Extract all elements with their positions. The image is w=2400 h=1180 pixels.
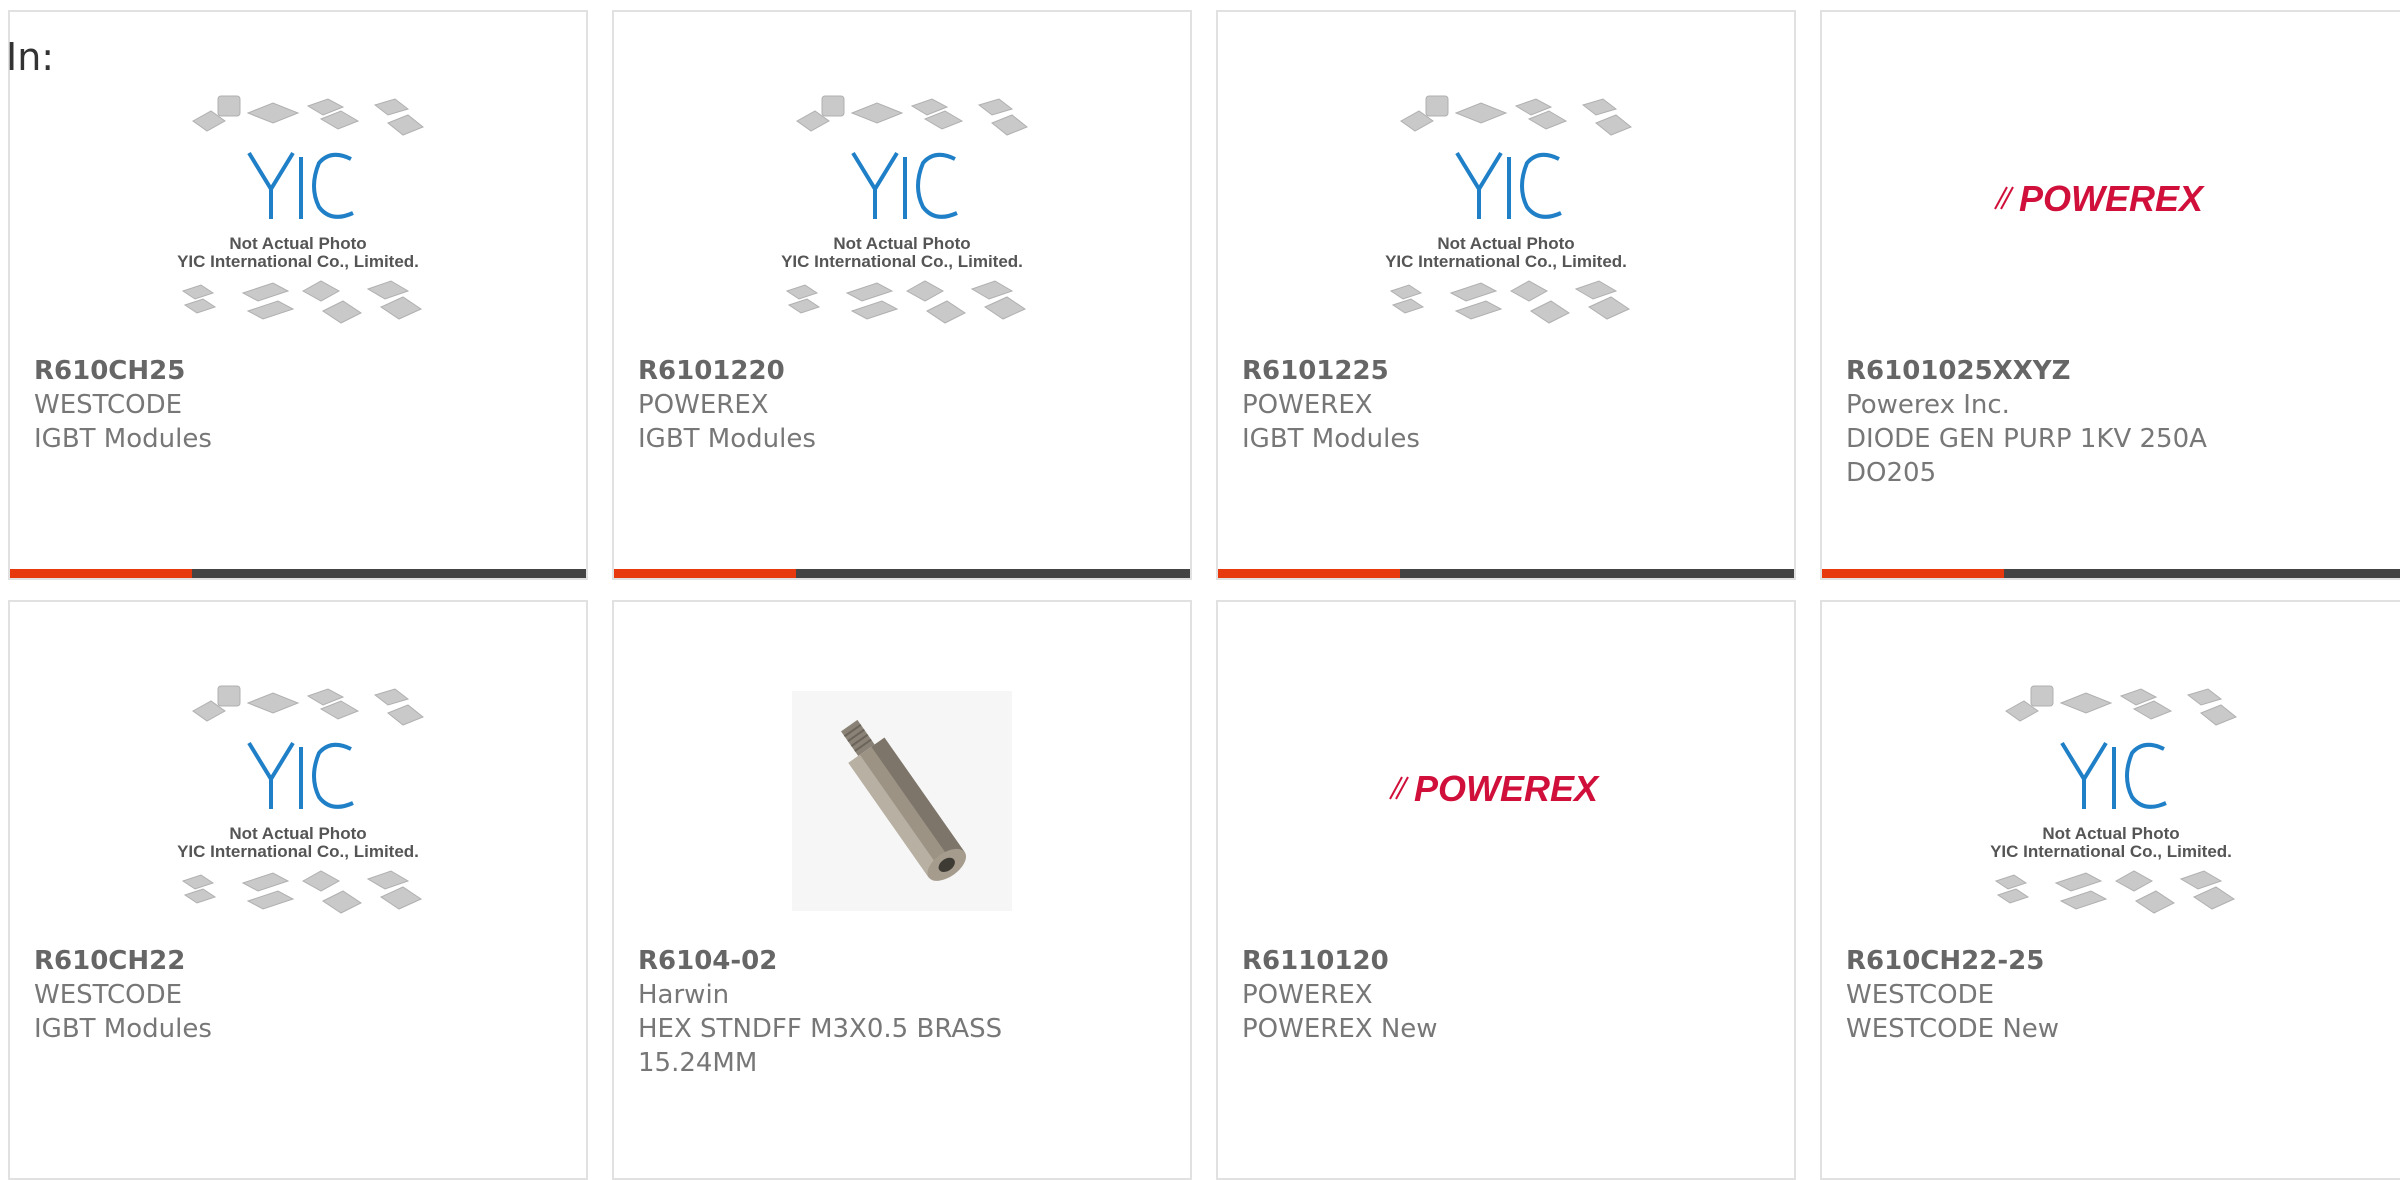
card-accent-bar (614, 569, 796, 578)
product-card-r6110120[interactable]: POWEREX R6110120 POWEREX POWEREX New (1216, 600, 1796, 1180)
powerex-logo: POWEREX (1389, 768, 1600, 809)
part-number[interactable]: R6110120 (1242, 944, 1754, 978)
part-number[interactable]: R6104-02 (638, 944, 1150, 978)
product-image[interactable]: Not Actual Photo YIC International Co., … (10, 70, 586, 352)
yic-placeholder-icon: Not Actual Photo YIC International Co., … (1990, 685, 2237, 914)
powerex-logo: POWEREX (1994, 178, 2205, 219)
svg-text:Not Actual Photo: Not Actual Photo (2042, 824, 2179, 843)
card-bottom-bar (10, 569, 586, 578)
description-line: 15.24MM (638, 1048, 758, 1078)
manufacturer: WESTCODE (1846, 980, 1995, 1010)
product-card-r6104-02[interactable]: R6104-02 Harwin HEX STNDFF M3X0.5 BRASS … (612, 600, 1192, 1180)
description-line: DIODE GEN PURP 1KV 250A (1846, 424, 2207, 454)
product-image[interactable]: POWEREX (1822, 70, 2400, 352)
description: IGBT Modules (638, 424, 816, 454)
svg-text:Not Actual Photo: Not Actual Photo (229, 824, 366, 843)
manufacturer: POWEREX (1242, 390, 1373, 420)
yic-placeholder-icon: Not Actual Photo YIC International Co., … (177, 685, 424, 914)
manufacturer: POWEREX (638, 390, 769, 420)
svg-text:Not Actual Photo: Not Actual Photo (1437, 234, 1574, 253)
manufacturer: Powerex Inc. (1846, 390, 2010, 420)
manufacturer: Harwin (638, 980, 730, 1010)
svg-text:POWEREX: POWEREX (2019, 178, 2205, 219)
part-number[interactable]: R610CH25 (34, 354, 546, 388)
yic-placeholder-icon: Not Actual Photo YIC International Co., … (1385, 95, 1632, 324)
card-accent-bar (10, 569, 192, 578)
svg-text:POWEREX: POWEREX (1414, 768, 1600, 809)
card-accent-bar (1822, 569, 2004, 578)
card-bottom-bar (1218, 569, 1794, 578)
product-card-r6101025xxyz[interactable]: POWEREX R6101025XXYZ Powerex Inc. DIODE … (1820, 10, 2400, 580)
part-number[interactable]: R6101220 (638, 354, 1150, 388)
description: IGBT Modules (1242, 424, 1420, 454)
card-bottom-bar (614, 569, 1190, 578)
product-card-r610ch25[interactable]: Not Actual Photo YIC International Co., … (8, 10, 588, 580)
description: IGBT Modules (34, 424, 212, 454)
product-image[interactable]: Not Actual Photo YIC International Co., … (1218, 70, 1794, 352)
product-image[interactable]: Not Actual Photo YIC International Co., … (10, 660, 586, 942)
svg-text:Not Actual Photo: Not Actual Photo (833, 234, 970, 253)
yic-placeholder-icon: Not Actual Photo YIC International Co., … (781, 95, 1028, 324)
description: POWEREX New (1242, 1014, 1438, 1044)
search-prefix-label: In: (6, 35, 55, 79)
hex-standoff-photo (792, 691, 1012, 911)
svg-text:YIC International Co., Limited: YIC International Co., Limited. (781, 252, 1023, 271)
description: WESTCODE New (1846, 1014, 2060, 1044)
svg-text:YIC International Co., Limited: YIC International Co., Limited. (1385, 252, 1627, 271)
description-line: DO205 (1846, 458, 1937, 488)
card-accent-bar (1218, 569, 1400, 578)
part-number[interactable]: R6101025XXYZ (1846, 354, 2360, 388)
product-image[interactable]: Not Actual Photo YIC International Co., … (1822, 660, 2400, 942)
product-card-r610ch22-25[interactable]: Not Actual Photo YIC International Co., … (1820, 600, 2400, 1180)
svg-text:YIC International Co., Limited: YIC International Co., Limited. (177, 252, 419, 271)
manufacturer: WESTCODE (34, 390, 183, 420)
yic-placeholder-icon: Not Actual Photo YIC International Co., … (177, 95, 424, 324)
product-card-r6101220[interactable]: Not Actual Photo YIC International Co., … (612, 10, 1192, 580)
part-number[interactable]: R610CH22 (34, 944, 546, 978)
description-line: HEX STNDFF M3X0.5 BRASS (638, 1014, 1003, 1044)
product-card-r610ch22[interactable]: Not Actual Photo YIC International Co., … (8, 600, 588, 1180)
card-bottom-bar (1822, 569, 2400, 578)
svg-text:YIC International Co., Limited: YIC International Co., Limited. (1990, 842, 2232, 861)
product-image[interactable] (614, 660, 1190, 942)
manufacturer: POWEREX (1242, 980, 1373, 1010)
description: IGBT Modules (34, 1014, 212, 1044)
svg-text:Not Actual Photo: Not Actual Photo (229, 234, 366, 253)
part-number[interactable]: R610CH22-25 (1846, 944, 2360, 978)
product-image[interactable]: POWEREX (1218, 660, 1794, 942)
svg-text:YIC International Co., Limited: YIC International Co., Limited. (177, 842, 419, 861)
part-number[interactable]: R6101225 (1242, 354, 1754, 388)
manufacturer: WESTCODE (34, 980, 183, 1010)
product-card-r6101225[interactable]: Not Actual Photo YIC International Co., … (1216, 10, 1796, 580)
product-image[interactable]: Not Actual Photo YIC International Co., … (614, 70, 1190, 352)
